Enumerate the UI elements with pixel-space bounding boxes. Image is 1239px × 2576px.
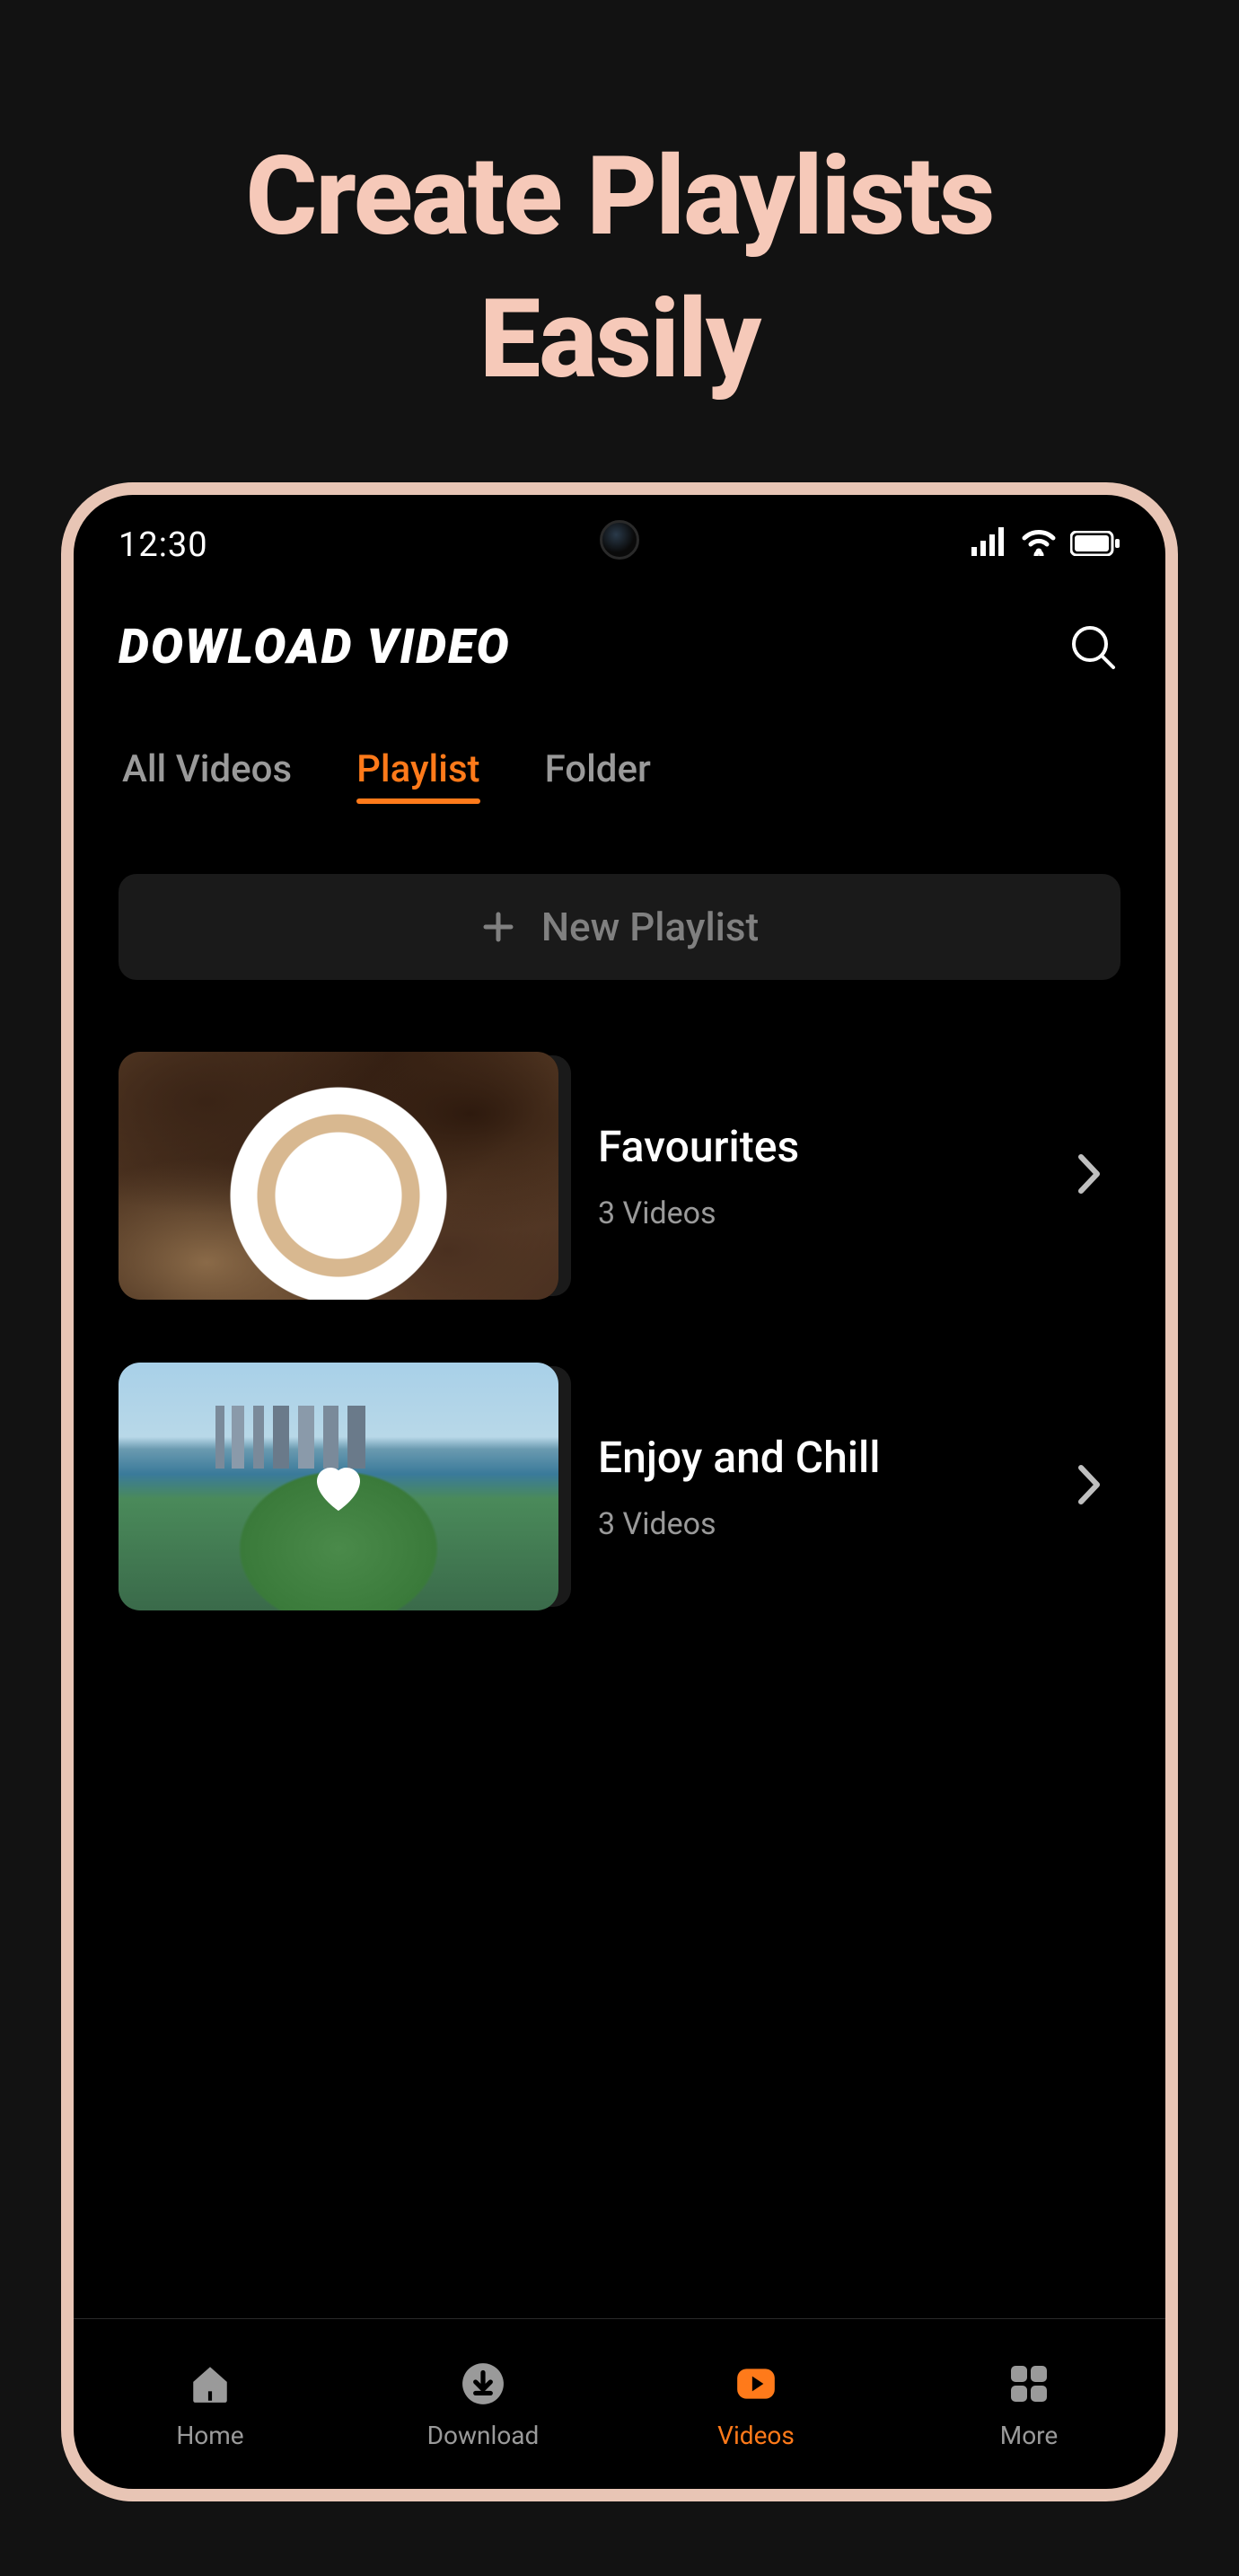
- playlist-meta: 3 Videos: [598, 1195, 1038, 1231]
- nav-more[interactable]: More: [892, 2319, 1165, 2489]
- search-button[interactable]: [1067, 621, 1120, 675]
- playlist-info: Favourites 3 Videos: [598, 1121, 1038, 1231]
- promo-line-2: Easily: [0, 269, 1239, 411]
- phone-camera-notch: [600, 520, 639, 560]
- nav-videos[interactable]: Videos: [620, 2319, 892, 2489]
- nav-download[interactable]: Download: [347, 2319, 620, 2489]
- tab-bar: All Videos Playlist Folder: [119, 747, 1120, 802]
- bottom-navigation: Home Download Videos More: [74, 2318, 1165, 2489]
- app-title: DOWLOAD VIDEO: [119, 619, 511, 675]
- chevron-right-icon: [1077, 1464, 1103, 1509]
- new-playlist-label: New Playlist: [541, 904, 759, 950]
- nav-label: Home: [176, 2421, 243, 2450]
- promo-line-1: Create Playlists: [0, 126, 1239, 269]
- promo-headline: Create Playlists Easily: [0, 0, 1239, 410]
- tab-all-videos[interactable]: All Videos: [122, 747, 292, 802]
- playlist-row[interactable]: Enjoy and Chill 3 Videos: [119, 1363, 1120, 1610]
- nav-label: Download: [427, 2421, 540, 2450]
- nav-home[interactable]: Home: [74, 2319, 347, 2489]
- status-time: 12:30: [119, 525, 208, 565]
- heart-icon: [306, 1143, 371, 1208]
- battery-icon: [1070, 525, 1120, 565]
- playlist-row[interactable]: Favourites 3 Videos: [119, 1052, 1120, 1300]
- search-icon: [1070, 624, 1117, 671]
- heart-icon: [306, 1454, 371, 1519]
- status-indicators: [971, 525, 1120, 565]
- tab-playlist[interactable]: Playlist: [356, 747, 479, 802]
- grid-icon: [1003, 2358, 1055, 2410]
- wifi-icon: [1020, 525, 1058, 565]
- playlist-list: Favourites 3 Videos Enjoy and Chill 3 Vi…: [119, 1052, 1120, 1610]
- playlist-thumbnail: [119, 1363, 558, 1610]
- download-icon: [457, 2358, 509, 2410]
- phone-mockup-frame: 12:30 DOWLOAD VIDEO All Videos Playlist …: [61, 482, 1178, 2501]
- plus-icon: [480, 909, 516, 945]
- signal-icon: [971, 525, 1007, 565]
- new-playlist-button[interactable]: New Playlist: [119, 874, 1120, 980]
- playlist-meta: 3 Videos: [598, 1506, 1038, 1542]
- playlist-title: Enjoy and Chill: [598, 1432, 1038, 1483]
- home-icon: [184, 2358, 236, 2410]
- nav-label: More: [1000, 2421, 1059, 2450]
- playlist-thumbnail: [119, 1052, 558, 1300]
- video-icon: [730, 2358, 782, 2410]
- playlist-title: Favourites: [598, 1121, 1038, 1172]
- app-header: DOWLOAD VIDEO: [119, 619, 1120, 675]
- nav-label: Videos: [717, 2421, 795, 2450]
- chevron-right-icon: [1077, 1153, 1103, 1198]
- playlist-info: Enjoy and Chill 3 Videos: [598, 1432, 1038, 1542]
- tab-folder[interactable]: Folder: [545, 747, 651, 802]
